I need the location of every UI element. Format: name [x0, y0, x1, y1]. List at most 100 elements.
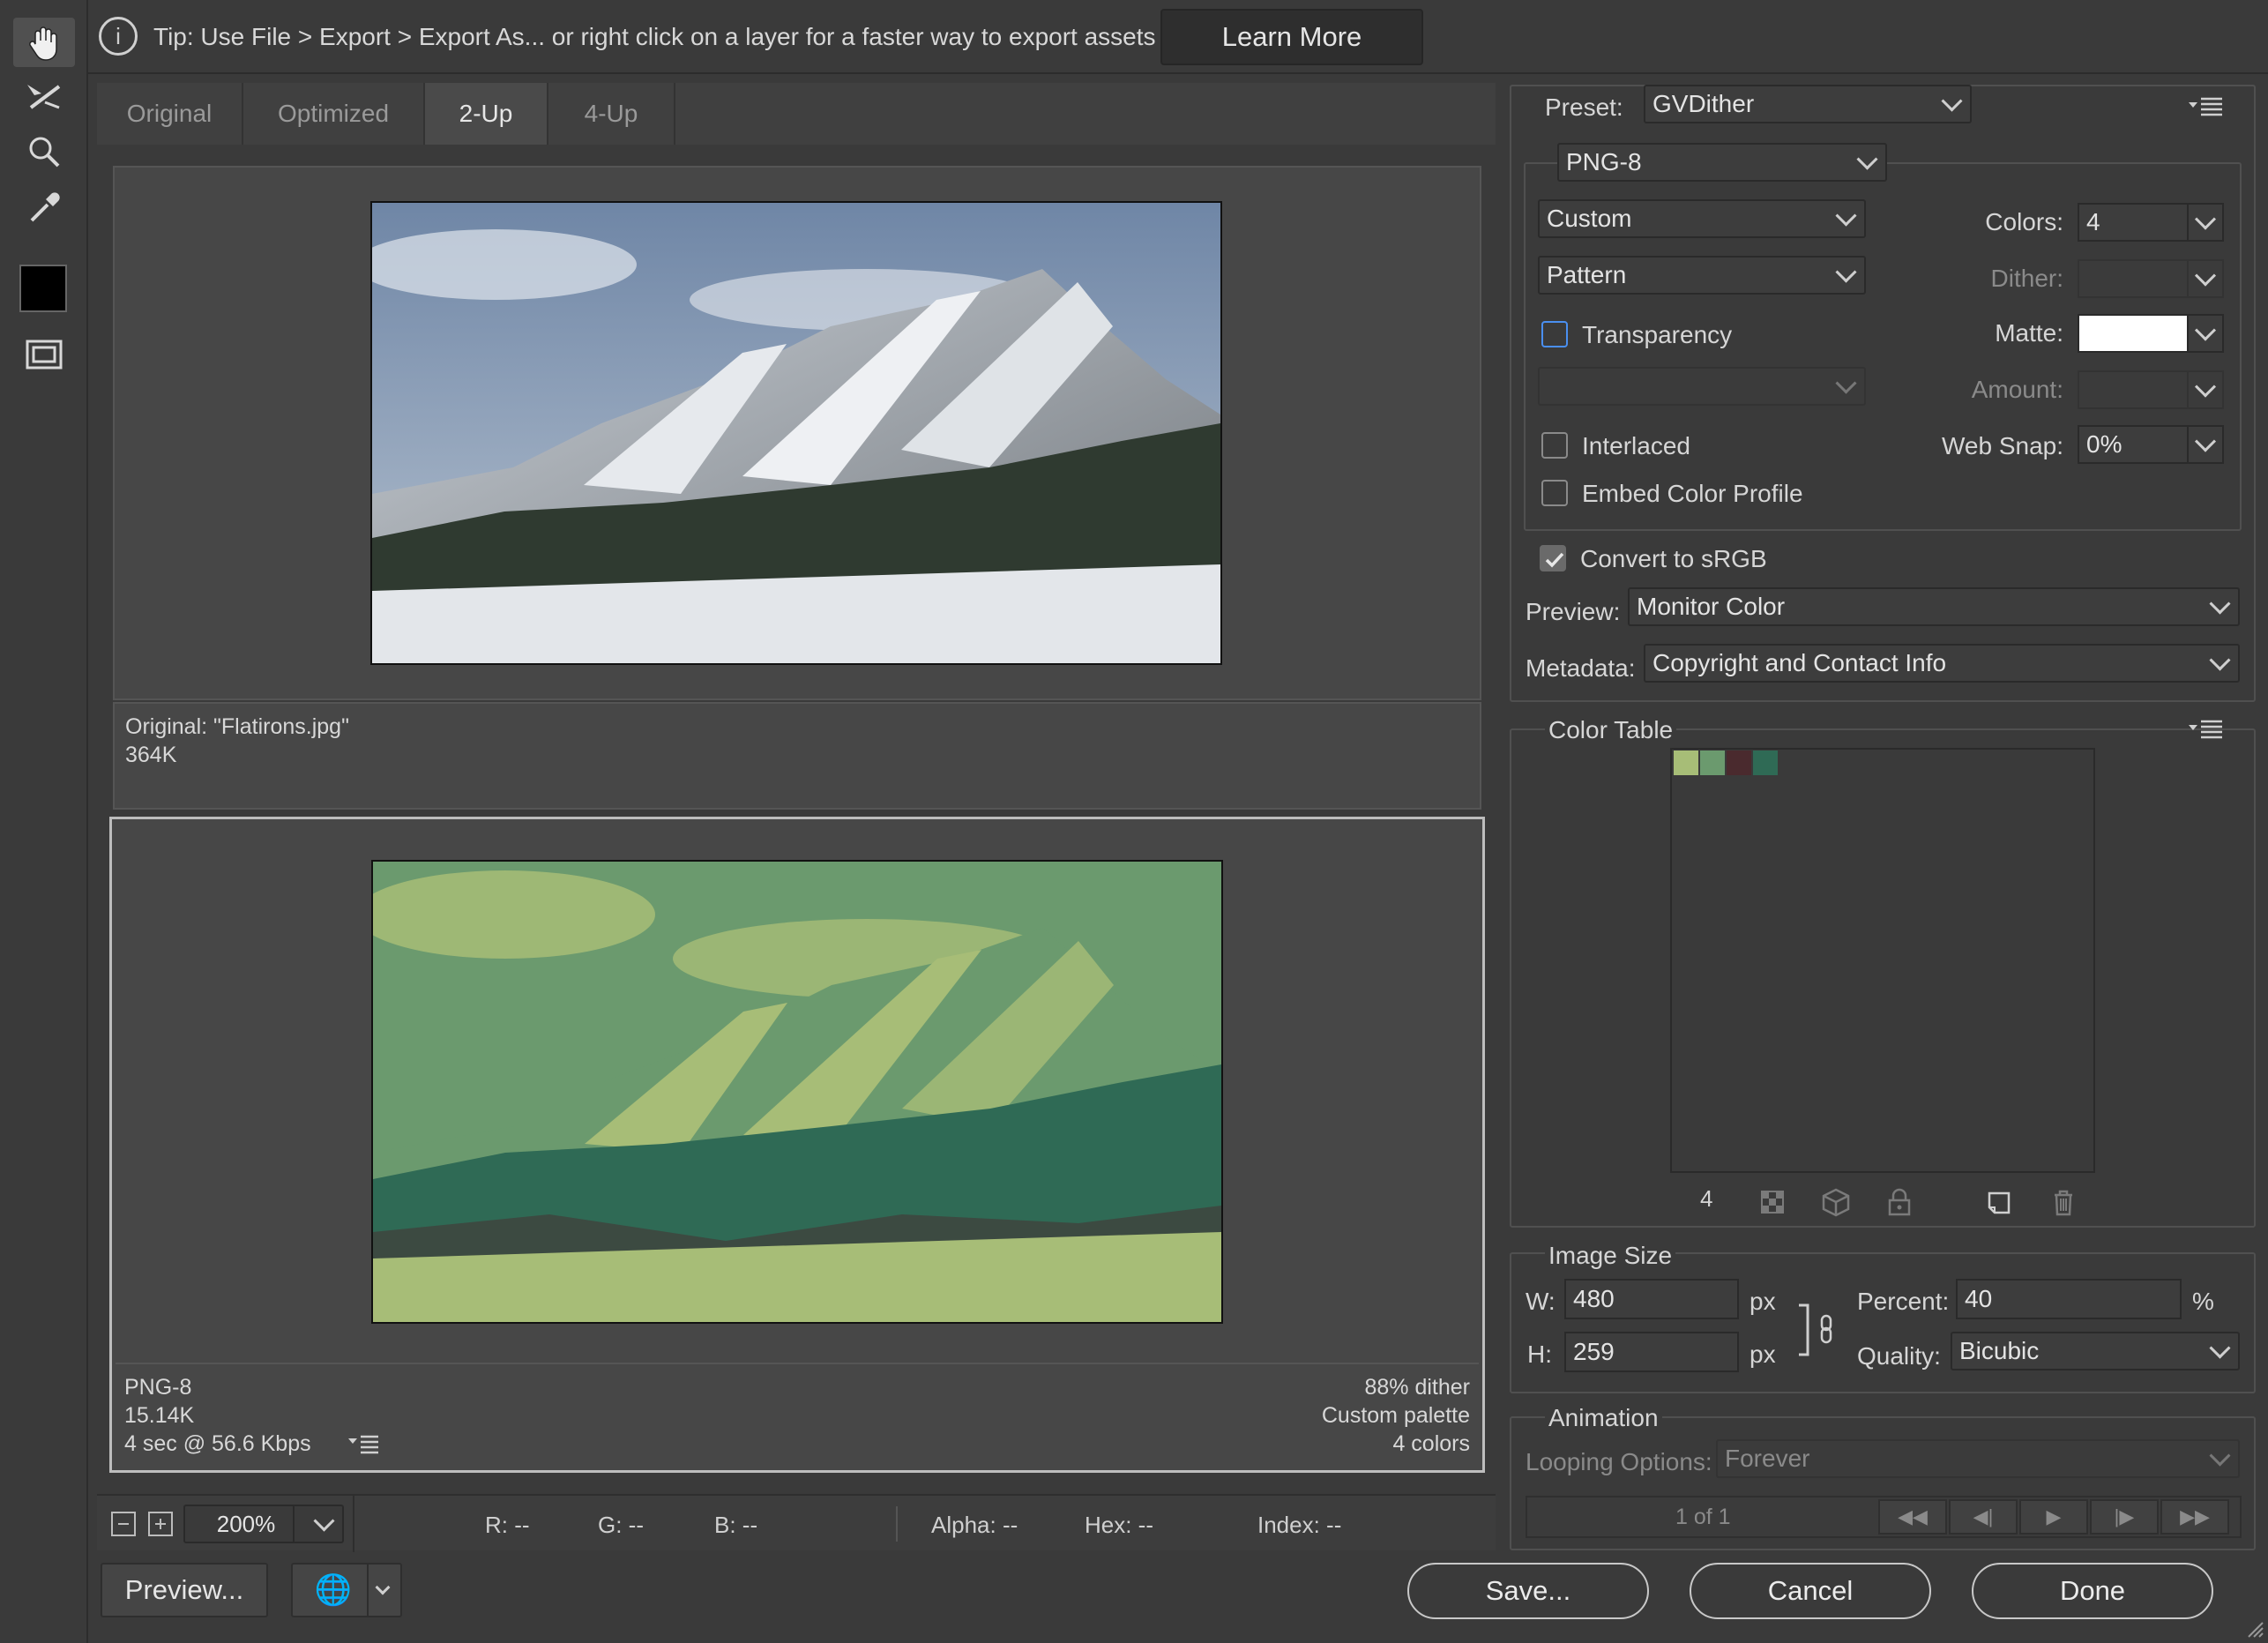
- zoom-level-select[interactable]: 200%: [183, 1505, 344, 1543]
- previous-frame-icon[interactable]: ◀|: [1949, 1499, 2018, 1535]
- dither-input[interactable]: [2078, 259, 2189, 298]
- preset-label: Preset:: [1545, 93, 1623, 121]
- zoom-out-icon[interactable]: [111, 1512, 136, 1536]
- map-to-transparent-icon[interactable]: [1755, 1184, 1790, 1220]
- amount-input[interactable]: [2078, 370, 2189, 409]
- dither-algorithm-select[interactable]: Pattern: [1538, 256, 1866, 295]
- amount-label: Amount:: [1971, 376, 2063, 403]
- optimized-color-count: 4 colors: [1392, 1431, 1470, 1456]
- resize-grip-icon[interactable]: [2243, 1617, 2264, 1639]
- matte-dropdown-arrow[interactable]: [2187, 314, 2224, 353]
- tip-bar: i Tip: Use File > Export > Export As... …: [88, 0, 2268, 74]
- tab-original[interactable]: Original: [97, 83, 243, 145]
- color-swatch-2[interactable]: [1700, 751, 1725, 775]
- original-image: [370, 201, 1222, 665]
- dither-label: Dither:: [1990, 265, 2063, 292]
- last-frame-icon[interactable]: ▶▶: [2160, 1499, 2229, 1535]
- save-button[interactable]: Save...: [1407, 1563, 1649, 1619]
- embed-color-profile-label: Embed Color Profile: [1582, 480, 1803, 507]
- metadata-select[interactable]: Copyright and Contact Info: [1644, 644, 2240, 683]
- web-shift-cube-icon[interactable]: [1818, 1184, 1854, 1220]
- width-input[interactable]: 480: [1564, 1279, 1739, 1319]
- cancel-button[interactable]: Cancel: [1690, 1563, 1931, 1619]
- color-table-grid[interactable]: [1670, 748, 2095, 1173]
- tab-optimized[interactable]: Optimized: [243, 83, 425, 145]
- eyedropper-tool-icon[interactable]: [13, 183, 75, 233]
- colors-input[interactable]: 4: [2078, 203, 2189, 242]
- optimized-preview-pane[interactable]: PNG-8 15.14K 4 sec @ 56.6 Kbps 88% dithe…: [109, 817, 1485, 1473]
- matte-label: Matte:: [1995, 319, 2063, 347]
- optimized-download-time: 4 sec @ 56.6 Kbps: [124, 1431, 311, 1456]
- zoom-tool-icon[interactable]: [13, 127, 75, 176]
- height-unit: px: [1749, 1341, 1776, 1368]
- tab-4-up[interactable]: 4-Up: [548, 83, 675, 145]
- preset-select[interactable]: GVDither: [1644, 85, 1972, 123]
- tip-text: Tip: Use File > Export > Export As... or…: [153, 23, 1156, 50]
- resample-quality-value: Bicubic: [1959, 1337, 2040, 1364]
- preview-color-select[interactable]: Monitor Color: [1628, 587, 2240, 626]
- browser-select-button[interactable]: 🌐: [291, 1563, 402, 1617]
- preset-value: GVDither: [1653, 90, 1755, 117]
- color-count: 4: [1700, 1185, 1713, 1212]
- info-icon: i: [99, 17, 138, 56]
- color-reduction-select[interactable]: Custom: [1538, 199, 1866, 238]
- lock-color-icon[interactable]: [1882, 1184, 1917, 1220]
- convert-srgb-checkbox[interactable]: [1540, 545, 1566, 571]
- optimize-menu-icon[interactable]: [2187, 95, 2226, 116]
- color-reduction-value: Custom: [1547, 205, 1632, 232]
- metadata-value: Copyright and Contact Info: [1653, 649, 1947, 676]
- learn-more-button[interactable]: Learn More: [1160, 9, 1423, 65]
- original-preview-pane[interactable]: [113, 166, 1481, 700]
- web-snap-label: Web Snap:: [1941, 432, 2063, 459]
- original-filename: Original: "Flatirons.jpg": [125, 714, 349, 739]
- height-input[interactable]: 259: [1564, 1332, 1739, 1372]
- first-frame-icon[interactable]: ◀◀: [1878, 1499, 1947, 1535]
- color-swatch-4[interactable]: [1753, 751, 1778, 775]
- colors-dropdown-arrow[interactable]: [2187, 203, 2224, 242]
- dither-algorithm-value: Pattern: [1547, 261, 1627, 288]
- original-size: 364K: [125, 743, 177, 767]
- web-snap-input[interactable]: 0%: [2078, 425, 2189, 464]
- width-label: W:: [1526, 1288, 1556, 1315]
- slice-select-tool-icon[interactable]: [13, 72, 75, 122]
- next-frame-icon[interactable]: |▶: [2090, 1499, 2159, 1535]
- amount-dropdown-arrow[interactable]: [2187, 370, 2224, 409]
- done-button[interactable]: Done: [1972, 1563, 2213, 1619]
- image-size-title: Image Size: [1545, 1242, 1676, 1270]
- hand-tool-icon[interactable]: [13, 18, 75, 67]
- toggle-slices-visibility-icon[interactable]: [13, 330, 75, 379]
- transparency-checkbox[interactable]: [1541, 321, 1568, 347]
- percent-input[interactable]: 40: [1956, 1279, 2182, 1319]
- looping-options-select[interactable]: Forever: [1716, 1439, 2240, 1478]
- readout-r: R: --: [485, 1512, 530, 1538]
- eyedropper-color-swatch[interactable]: [19, 265, 67, 312]
- download-speed-menu-icon[interactable]: [347, 1433, 382, 1454]
- play-icon[interactable]: ▶: [2019, 1499, 2088, 1535]
- checkmark-icon: [1545, 552, 1564, 568]
- new-color-icon[interactable]: [1982, 1184, 2018, 1220]
- transparency-dither-select[interactable]: [1538, 367, 1866, 406]
- dither-dropdown-arrow[interactable]: [2187, 259, 2224, 298]
- color-table-menu-icon[interactable]: [2187, 718, 2226, 739]
- preview-in-browser-button[interactable]: Preview...: [101, 1563, 268, 1617]
- matte-color-swatch[interactable]: [2078, 314, 2189, 353]
- trash-icon[interactable]: [2046, 1184, 2081, 1220]
- readout-index: Index: --: [1257, 1512, 1342, 1538]
- color-swatch-1[interactable]: [1674, 751, 1698, 775]
- constrain-proportions-link-icon[interactable]: [1795, 1303, 1841, 1358]
- image-size-group: [1510, 1252, 2256, 1393]
- file-format-select[interactable]: PNG-8: [1557, 143, 1887, 182]
- resample-quality-select[interactable]: Bicubic: [1951, 1332, 2240, 1370]
- tab-2-up[interactable]: 2-Up: [425, 83, 548, 145]
- metadata-label: Metadata:: [1526, 654, 1636, 682]
- readout-g: G: --: [598, 1512, 644, 1538]
- color-swatch-3[interactable]: [1727, 751, 1751, 775]
- optimized-image: [371, 860, 1223, 1324]
- looping-options-label: Looping Options:: [1526, 1448, 1712, 1475]
- embed-color-profile-checkbox[interactable]: [1541, 480, 1568, 506]
- frame-counter: 1 of 1: [1675, 1505, 1731, 1529]
- interlaced-checkbox[interactable]: [1541, 432, 1568, 459]
- zoom-level-value: 200%: [216, 1510, 276, 1537]
- zoom-in-icon[interactable]: [148, 1512, 173, 1536]
- web-snap-dropdown-arrow[interactable]: [2187, 425, 2224, 464]
